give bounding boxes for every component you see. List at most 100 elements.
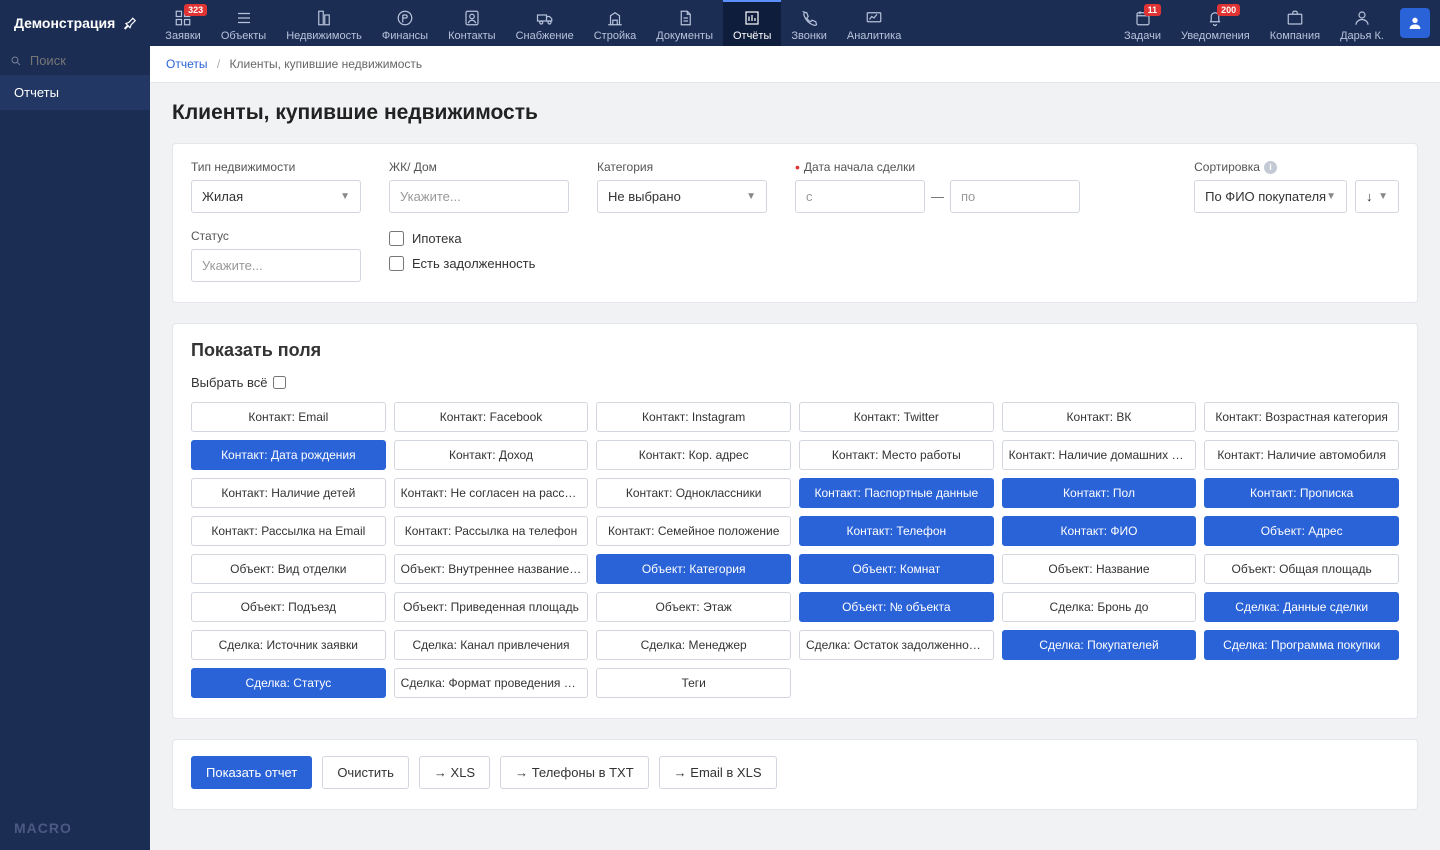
select-sort-field[interactable]: По ФИО покупателя ▼: [1194, 180, 1347, 213]
select-status[interactable]: Укажите...: [191, 249, 361, 282]
field-chip[interactable]: Контакт: Twitter: [799, 402, 994, 432]
clear-button[interactable]: Очистить: [322, 756, 409, 789]
nav-item-Задачи[interactable]: Задачи11: [1114, 0, 1171, 46]
label-sort: Сортировка i: [1194, 160, 1399, 174]
field-chip[interactable]: Контакт: Возрастная категория: [1204, 402, 1399, 432]
search-input[interactable]: [30, 53, 140, 68]
nav-label: Документы: [656, 30, 713, 42]
badge: 323: [184, 4, 207, 16]
field-chip[interactable]: Объект: Внутреннее название дома: [394, 554, 589, 584]
field-chip[interactable]: Сделка: Менеджер: [596, 630, 791, 660]
field-chip[interactable]: Сделка: Покупателей: [1002, 630, 1197, 660]
field-chip[interactable]: Сделка: Программа покупки: [1204, 630, 1399, 660]
field-chip[interactable]: Контакт: Пол: [1002, 478, 1197, 508]
field-chip[interactable]: Контакт: Наличие домашних животных: [1002, 440, 1197, 470]
field-chip[interactable]: Контакт: Паспортные данные: [799, 478, 994, 508]
nav-label: Звонки: [791, 30, 827, 42]
nav-label: Заявки: [165, 30, 201, 42]
field-chip[interactable]: Объект: Подъезд: [191, 592, 386, 622]
sidebar-item-Отчеты[interactable]: Отчеты: [0, 75, 150, 110]
field-chip[interactable]: Контакт: Место работы: [799, 440, 994, 470]
nav-item-Объекты[interactable]: Объекты: [211, 0, 276, 46]
field-chip[interactable]: Объект: Комнат: [799, 554, 994, 584]
label-status: Статус: [191, 229, 361, 243]
field-chip[interactable]: Контакт: Одноклассники: [596, 478, 791, 508]
field-chip[interactable]: Сделка: Статус: [191, 668, 386, 698]
show-report-button[interactable]: Показать отчет: [191, 756, 312, 789]
field-chip[interactable]: Теги: [596, 668, 791, 698]
nav-item-Аналитика[interactable]: Аналитика: [837, 0, 911, 46]
field-chip[interactable]: Контакт: Instagram: [596, 402, 791, 432]
field-chip[interactable]: Контакт: Дата рождения: [191, 440, 386, 470]
checkbox-mortgage[interactable]: Ипотека: [389, 231, 569, 246]
field-chip[interactable]: Сделка: Канал привлечения: [394, 630, 589, 660]
label-deal-date: • Дата начала сделки: [795, 160, 1080, 174]
nav-item-Уведомления[interactable]: Уведомления200: [1171, 0, 1260, 46]
checkbox-select-all[interactable]: Выбрать всё: [191, 375, 1399, 390]
nav-item-Финансы[interactable]: Финансы: [372, 0, 438, 46]
nav-item-Документы[interactable]: Документы: [646, 0, 723, 46]
export-xls-button[interactable]: → XLS: [419, 756, 490, 789]
field-chip[interactable]: Контакт: Рассылка на Email: [191, 516, 386, 546]
nav-item-Заявки[interactable]: Заявки 323: [155, 0, 211, 46]
field-chip[interactable]: Контакт: Семейное положение: [596, 516, 791, 546]
nav-label: Задачи: [1124, 30, 1161, 42]
input-date-to[interactable]: по: [950, 180, 1080, 213]
field-chip[interactable]: Контакт: ВК: [1002, 402, 1197, 432]
field-chip[interactable]: Контакт: Прописка: [1204, 478, 1399, 508]
nav-item-Снабжение[interactable]: Снабжение: [506, 0, 584, 46]
checkbox-debt[interactable]: Есть задолженность: [389, 256, 569, 271]
nav-label: Объекты: [221, 30, 266, 42]
label-complex: ЖК/ Дом: [389, 160, 569, 174]
pin-icon[interactable]: [123, 16, 137, 30]
input-date-from[interactable]: с: [795, 180, 925, 213]
nav-item-Недвижимость[interactable]: Недвижимость: [276, 0, 372, 46]
nav-icon: [233, 8, 255, 28]
nav-item-Дарья К.[interactable]: Дарья К.: [1330, 0, 1394, 46]
nav-label: Уведомления: [1181, 30, 1250, 42]
field-chip[interactable]: Объект: Название: [1002, 554, 1197, 584]
field-chip[interactable]: Сделка: Формат проведения сделки: [394, 668, 589, 698]
select-sort-direction[interactable]: ↓ ▼: [1355, 180, 1399, 213]
nav-item-Звонки[interactable]: Звонки: [781, 0, 837, 46]
field-chip[interactable]: Объект: Приведенная площадь: [394, 592, 589, 622]
nav-item-Стройка[interactable]: Стройка: [584, 0, 647, 46]
field-chip[interactable]: Контакт: ФИО: [1002, 516, 1197, 546]
nav-icon: [674, 8, 696, 28]
field-chip[interactable]: Контакт: Телефон: [799, 516, 994, 546]
export-email-xls-button[interactable]: → Email в XLS: [659, 756, 777, 789]
select-category[interactable]: Не выбрано ▼: [597, 180, 767, 213]
field-chip[interactable]: Объект: Категория: [596, 554, 791, 584]
select-property-type[interactable]: Жилая ▼: [191, 180, 361, 213]
nav-label: Контакты: [448, 30, 496, 42]
field-chip[interactable]: Контакт: Доход: [394, 440, 589, 470]
nav-item-Компания[interactable]: Компания: [1260, 0, 1330, 46]
field-chip[interactable]: Объект: Общая площадь: [1204, 554, 1399, 584]
field-chip[interactable]: Контакт: Не согласен на рассылку: [394, 478, 589, 508]
input-complex[interactable]: Укажите...: [389, 180, 569, 213]
field-chip[interactable]: Объект: Этаж: [596, 592, 791, 622]
export-phones-txt-button[interactable]: → Телефоны в TXT: [500, 756, 649, 789]
field-chip[interactable]: Сделка: Источник заявки: [191, 630, 386, 660]
field-chip[interactable]: Объект: Адрес: [1204, 516, 1399, 546]
nav-item-Контакты[interactable]: Контакты: [438, 0, 506, 46]
field-chip[interactable]: Объект: Вид отделки: [191, 554, 386, 584]
field-chip[interactable]: Контакт: Кор. адрес: [596, 440, 791, 470]
field-chip[interactable]: Сделка: Данные сделки: [1204, 592, 1399, 622]
fields-title: Показать поля: [191, 340, 1399, 361]
field-chip[interactable]: Сделка: Бронь до: [1002, 592, 1197, 622]
field-chip[interactable]: Контакт: Наличие детей: [191, 478, 386, 508]
nav-icon: [313, 8, 335, 28]
field-chip[interactable]: Контакт: Email: [191, 402, 386, 432]
field-chip[interactable]: Объект: № объекта: [799, 592, 994, 622]
field-chip[interactable]: Сделка: Остаток задолженности: [799, 630, 994, 660]
user-menu-button[interactable]: [1400, 8, 1430, 38]
sidebar-search[interactable]: [0, 46, 150, 75]
nav-item-Отчёты[interactable]: Отчёты: [723, 0, 781, 46]
filters-card: Тип недвижимости Жилая ▼ Статус Укажите.…: [172, 143, 1418, 303]
field-chip[interactable]: Контакт: Рассылка на телефон: [394, 516, 589, 546]
breadcrumb: Отчеты / Клиенты, купившие недвижимость: [150, 46, 1440, 83]
field-chip[interactable]: Контакт: Наличие автомобиля: [1204, 440, 1399, 470]
field-chip[interactable]: Контакт: Facebook: [394, 402, 589, 432]
breadcrumb-root[interactable]: Отчеты: [166, 57, 207, 71]
